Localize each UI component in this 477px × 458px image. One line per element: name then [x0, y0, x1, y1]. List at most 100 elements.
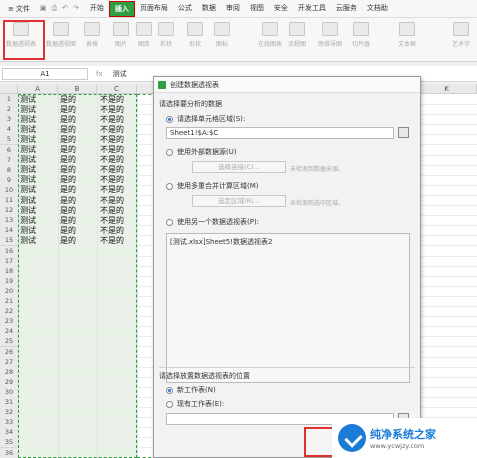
- radio-dot: [166, 148, 173, 156]
- ribbon-button-icon: [353, 22, 369, 36]
- watermark-logo-icon: [338, 424, 366, 452]
- file-menu[interactable]: ≡ 文件: [4, 4, 34, 14]
- menu-item[interactable]: 视图: [245, 1, 269, 17]
- wps-icon: [158, 80, 166, 89]
- ribbon-button-icon: [84, 22, 100, 36]
- radio-dot: [166, 218, 173, 226]
- menu-item[interactable]: 插入: [108, 0, 135, 17]
- redo-icon[interactable]: ↷: [73, 4, 79, 13]
- pivot-list[interactable]: [测试.xlsx]Sheet5!数据透视表2: [166, 233, 410, 383]
- ribbon-button-label: 图片: [114, 41, 127, 48]
- column-header[interactable]: K: [417, 84, 477, 94]
- radio-new-label: 新工作表(N): [177, 386, 216, 394]
- radio-external-label: 使用外部数据源(U): [177, 148, 237, 156]
- select-connection-button[interactable]: 选择连接(C)...: [192, 161, 286, 173]
- formula-input[interactable]: 测试: [113, 69, 127, 79]
- ribbon: 数据透视表 数据透视图 表格 图片 图库 形状 形状 图标 在线图表 流程图 思维导图 切片器 文本框艺…: [0, 18, 477, 62]
- save-icon[interactable]: ▣: [40, 4, 47, 13]
- ribbon-button-label: 文本框: [398, 41, 417, 48]
- file-menu-label: 文件: [15, 4, 30, 13]
- column-header[interactable]: C: [97, 84, 137, 94]
- ribbon-button[interactable]: 文本框: [398, 22, 416, 58]
- ribbon-button[interactable]: 图标: [214, 22, 230, 58]
- ribbon-button-icon: [322, 22, 338, 36]
- ribbon-button-label: 在线图表: [258, 41, 283, 48]
- ribbon-button[interactable]: 思维导图: [318, 22, 342, 58]
- radio-external-source[interactable]: 使用外部数据源(U): [166, 147, 237, 157]
- ribbon-button-label: 思维导图: [318, 41, 343, 48]
- ribbon-button[interactable]: 切片器: [352, 22, 370, 58]
- menu-bar: ≡ 文件 ▣ ⎙ ↶ ↷ 开始 插入 页面布局 公式 数据 审阅 视图 安全 开发工具 云服务 文档…: [0, 0, 477, 18]
- range-input[interactable]: Sheet1!$A:$C: [166, 127, 394, 139]
- menu-item[interactable]: 开始: [85, 1, 109, 17]
- name-box[interactable]: A1: [2, 67, 88, 80]
- print-icon[interactable]: ⎙: [52, 4, 58, 13]
- radio-multi-range[interactable]: 使用多重合并计算区域(M): [166, 181, 259, 191]
- connection-hint: 未检测到数据来源。: [290, 166, 345, 173]
- ribbon-button[interactable]: 流程图: [288, 22, 306, 58]
- menu-item[interactable]: 数据: [197, 1, 221, 17]
- ribbon-button-label: 艺术字: [452, 41, 471, 48]
- menu-item[interactable]: 安全: [269, 1, 293, 17]
- radio-existing-label: 现有工作表(E):: [177, 400, 225, 408]
- dialog-title: 创建数据透视表: [170, 80, 219, 89]
- column-header[interactable]: B: [58, 84, 97, 94]
- pivot-list-item[interactable]: [测试.xlsx]Sheet5!数据透视表2: [170, 237, 406, 247]
- ribbon-button-label: 流程图: [288, 41, 307, 48]
- ribbon-button[interactable]: 图库: [136, 22, 152, 58]
- dialog-title-bar: 创建数据透视表: [154, 77, 420, 93]
- ribbon-button[interactable]: 图片: [113, 22, 129, 58]
- ribbon-button[interactable]: 艺术字: [452, 22, 470, 58]
- menu-item[interactable]: 页面布局: [135, 1, 173, 17]
- radio-dot: [166, 386, 173, 394]
- pivot-table-highlight: [3, 20, 45, 60]
- watermark: 纯净系统之家 www.ycwjzy.com: [332, 418, 477, 458]
- ribbon-button-icon: [113, 22, 129, 36]
- ribbon-button-label: 图库: [137, 41, 150, 48]
- radio-existing-sheet[interactable]: 现有工作表(E):: [166, 399, 224, 409]
- ribbon-button-label: 形状: [159, 41, 172, 48]
- ribbon-button-icon: [262, 22, 278, 36]
- ribbon-button[interactable]: 数据透视图: [46, 22, 76, 58]
- region-hint: 未检测到选中区域。: [290, 200, 345, 207]
- column-header[interactable]: A: [18, 84, 58, 94]
- radio-new-sheet[interactable]: 新工作表(N): [166, 385, 216, 395]
- ribbon-button[interactable]: 形状: [158, 22, 174, 58]
- menu-icon: ≡: [8, 4, 14, 13]
- select-region-button[interactable]: 选定区域(R)...: [192, 195, 286, 207]
- radio-multi-label: 使用多重合并计算区域(M): [177, 182, 259, 190]
- radio-cell-range[interactable]: 请选择单元格区域(S):: [166, 114, 245, 124]
- ribbon-button-icon: [289, 22, 305, 36]
- ribbon-button-label: 形状: [188, 41, 201, 48]
- menu-item[interactable]: 开发工具: [293, 1, 331, 17]
- ribbon-button-label: 切片器: [352, 41, 371, 48]
- watermark-title: 纯净系统之家: [370, 428, 436, 441]
- ribbon-button-icon: [214, 22, 230, 36]
- ribbon-button-icon: [158, 22, 174, 36]
- menu-item[interactable]: 审阅: [221, 1, 245, 17]
- ribbon-button[interactable]: 表格: [84, 22, 100, 58]
- row-header[interactable]: 36: [0, 447, 18, 458]
- ribbon-button-icon: [453, 22, 469, 36]
- fx-icon[interactable]: fx: [96, 70, 103, 78]
- radio-another-pivot[interactable]: 使用另一个数据透视表(P):: [166, 217, 259, 227]
- ribbon-button[interactable]: 在线图表: [258, 22, 282, 58]
- undo-icon[interactable]: ↶: [62, 4, 68, 13]
- menu-item[interactable]: 云服务: [331, 1, 362, 17]
- range-picker-icon[interactable]: [398, 127, 409, 138]
- radio-dot: [166, 115, 173, 123]
- menu-item[interactable]: 文档助: [362, 1, 393, 17]
- copy-marquee: [18, 94, 137, 458]
- ribbon-button-icon: [399, 22, 415, 36]
- select-all-corner[interactable]: [0, 84, 18, 94]
- ribbon-button-icon: [53, 22, 69, 36]
- radio-dot: [166, 400, 173, 408]
- separator: [159, 367, 415, 368]
- quick-access-toolbar: ▣ ⎙ ↶ ↷: [40, 4, 79, 13]
- watermark-url: www.ycwjzy.com: [370, 442, 425, 450]
- menu-item[interactable]: 公式: [173, 1, 197, 17]
- ribbon-button-label: 表格: [85, 41, 98, 48]
- radio-dot: [166, 182, 173, 190]
- ribbon-button[interactable]: 形状: [187, 22, 203, 58]
- create-pivot-dialog: 创建数据透视表 请选择要分析的数据 请选择单元格区域(S): Sheet1!$A…: [153, 76, 421, 458]
